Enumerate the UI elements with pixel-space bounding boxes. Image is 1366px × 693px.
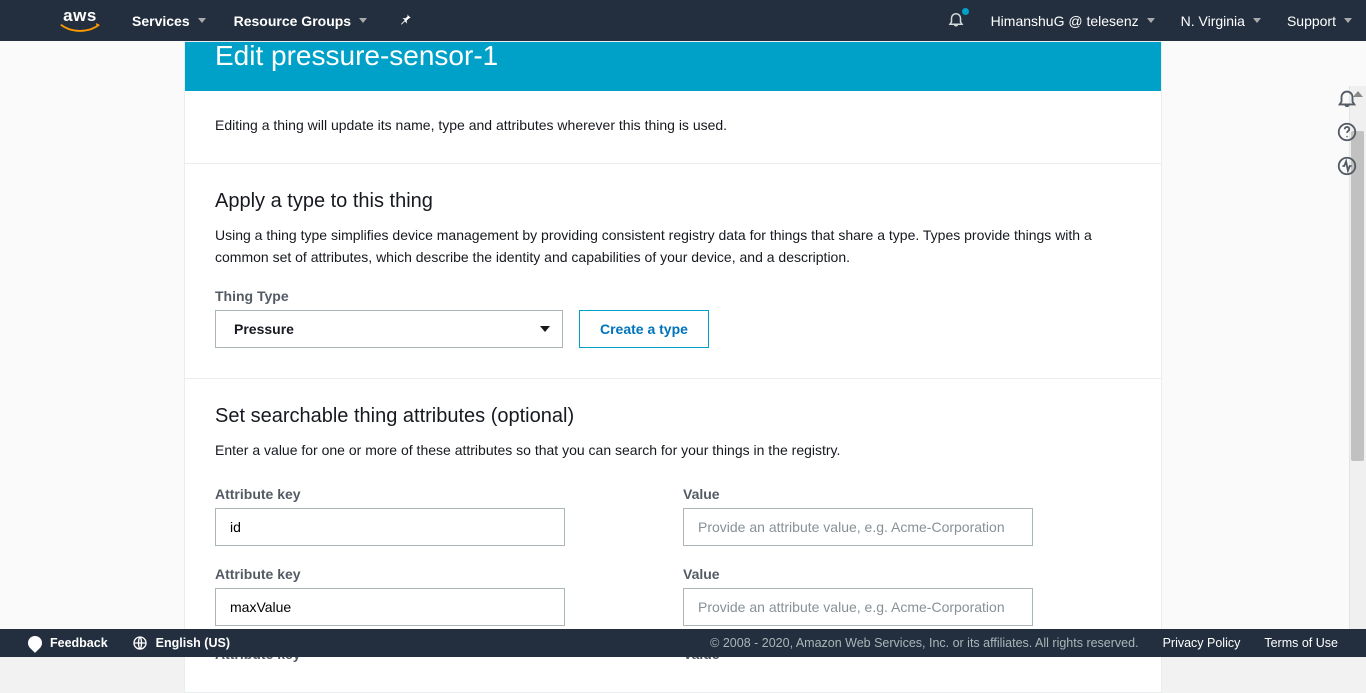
attr-value-label: Value (683, 486, 1033, 502)
thing-type-title: Apply a type to this thing (215, 190, 1131, 213)
nav-resource-groups[interactable]: Resource Groups (234, 13, 367, 29)
nav-account-label: HimanshuG @ telesenz (991, 13, 1139, 29)
terms-link[interactable]: Terms of Use (1264, 636, 1338, 650)
attr-value-input-0[interactable] (683, 508, 1033, 546)
footer: Feedback English (US) © 2008 - 2020, Ama… (0, 629, 1366, 657)
pin-icon[interactable] (399, 12, 413, 30)
aws-smile-icon (58, 23, 102, 33)
bell-icon[interactable] (1336, 87, 1358, 109)
attr-key-label: Attribute key (215, 566, 565, 582)
copyright: © 2008 - 2020, Amazon Web Services, Inc.… (710, 636, 1138, 650)
notification-dot-icon (962, 8, 969, 15)
nav-account[interactable]: HimanshuG @ telesenz (991, 13, 1155, 29)
attr-value-label: Value (683, 566, 1033, 582)
language-label: English (US) (156, 636, 230, 650)
page-banner: Edit pressure-sensor-1 (185, 42, 1161, 91)
aws-logo[interactable]: aws (58, 9, 102, 33)
caret-down-icon (1147, 18, 1155, 23)
thing-type-desc: Using a thing type simplifies device man… (215, 225, 1131, 268)
nav-region-label: N. Virginia (1181, 13, 1245, 29)
attributes-desc: Enter a value for one or more of these a… (215, 440, 1131, 462)
right-icon-rail (1336, 87, 1358, 177)
thing-type-section: Apply a type to this thing Using a thing… (185, 163, 1161, 378)
nav-support-label: Support (1287, 13, 1336, 29)
help-icon[interactable] (1336, 121, 1358, 143)
language-select[interactable]: English (US) (132, 635, 230, 651)
nav-resource-groups-label: Resource Groups (234, 13, 351, 29)
nav-region[interactable]: N. Virginia (1181, 13, 1261, 29)
thing-type-selected: Pressure (234, 321, 294, 337)
intro-section: Editing a thing will update its name, ty… (185, 91, 1161, 163)
nav-support[interactable]: Support (1287, 13, 1352, 29)
attr-key-label: Attribute key (215, 486, 565, 502)
nav-services-label: Services (132, 13, 190, 29)
feedback-label: Feedback (50, 636, 108, 650)
attributes-title: Set searchable thing attributes (optiona… (215, 405, 1131, 428)
attr-value-input-1[interactable] (683, 588, 1033, 626)
thing-type-field-label: Thing Type (215, 288, 1131, 304)
attr-key-input-1[interactable] (215, 588, 565, 626)
thing-type-select[interactable]: Pressure (215, 310, 563, 348)
feedback-link[interactable]: Feedback (28, 636, 108, 650)
nav-services[interactable]: Services (132, 13, 206, 29)
globe-icon (132, 635, 148, 651)
caret-down-icon (359, 18, 367, 23)
activity-icon[interactable] (1336, 155, 1358, 177)
chevron-down-icon (540, 326, 550, 332)
page-body: Edit pressure-sensor-1 Editing a thing w… (0, 41, 1366, 629)
create-type-button[interactable]: Create a type (579, 310, 709, 348)
caret-down-icon (1344, 18, 1352, 23)
attr-key-input-0[interactable] (215, 508, 565, 546)
nav-right: HimanshuG @ telesenz N. Virginia Support (947, 10, 1352, 31)
aws-logo-text: aws (63, 9, 97, 23)
intro-text: Editing a thing will update its name, ty… (215, 117, 1131, 133)
top-nav: aws Services Resource Groups HimanshuG @… (0, 0, 1366, 41)
privacy-link[interactable]: Privacy Policy (1163, 636, 1241, 650)
caret-down-icon (1253, 18, 1261, 23)
content-card: Edit pressure-sensor-1 Editing a thing w… (184, 41, 1162, 693)
page-title: Edit pressure-sensor-1 (215, 42, 498, 72)
scrollbar-thumb[interactable] (1351, 131, 1364, 461)
notifications-icon[interactable] (947, 10, 965, 31)
caret-down-icon (198, 18, 206, 23)
speech-bubble-icon (25, 633, 45, 653)
